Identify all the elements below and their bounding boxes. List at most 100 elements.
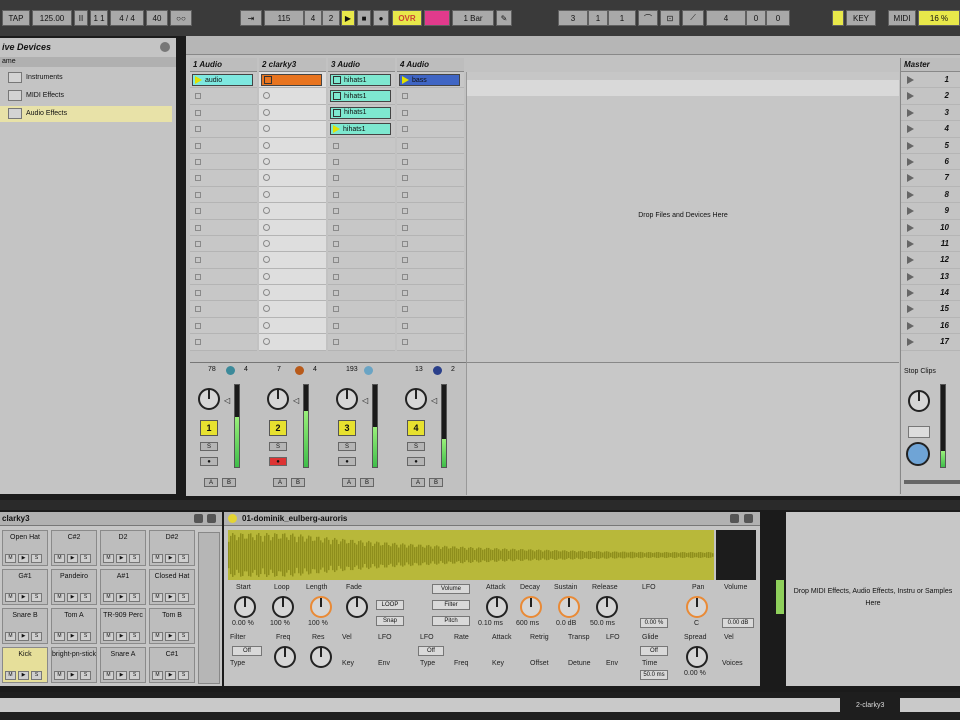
play-button[interactable]: ▶ (165, 671, 176, 680)
stop-slot-icon[interactable] (333, 224, 339, 231)
mute-button[interactable]: M (54, 554, 65, 563)
scene-row[interactable]: 17 (901, 334, 960, 351)
loop-start-beat[interactable]: 1 (588, 10, 608, 26)
drum-pad[interactable]: D2 M ▶ S (100, 530, 146, 566)
crossfade-b-button[interactable]: B (222, 478, 236, 487)
filter-tab[interactable]: Filter (432, 600, 470, 610)
simpler-power-icon[interactable] (228, 514, 237, 523)
crossfade-b-button[interactable]: B (291, 478, 305, 487)
scene-launch-icon[interactable] (907, 141, 914, 150)
browser-item-midi-effects[interactable]: MIDI Effects (0, 88, 172, 104)
scene-row[interactable]: 10 (901, 220, 960, 236)
clip-slot[interactable] (259, 104, 326, 122)
crossfade-b-button[interactable]: B (429, 478, 443, 487)
drum-pad[interactable]: A#1 M ▶ S (100, 569, 146, 605)
clip-stop-icon[interactable] (333, 76, 341, 84)
clip-slot[interactable] (328, 252, 395, 269)
track-activator-button[interactable]: 3 (338, 420, 356, 436)
clip-slot[interactable] (190, 301, 257, 318)
follow-arrow-button[interactable]: ⇥ (240, 10, 262, 26)
record-slot-icon[interactable] (263, 223, 270, 231)
drum-pad[interactable]: Snare A M ▶ S (100, 647, 146, 683)
record-slot-icon[interactable] (263, 92, 270, 100)
scene-launch-icon[interactable] (907, 125, 914, 134)
scene-launch-icon[interactable] (907, 190, 914, 199)
play-button[interactable]: ▶ (67, 554, 78, 563)
scene-row[interactable]: 14 (901, 285, 960, 302)
clip-slot[interactable] (259, 170, 326, 187)
crossfade-a-button[interactable]: A (204, 478, 218, 487)
clip-slot[interactable]: hihats1 (328, 121, 395, 138)
stop-slot-icon[interactable] (402, 322, 408, 329)
scene-launch-icon[interactable] (907, 108, 914, 117)
stop-slot-icon[interactable] (195, 306, 201, 313)
waveform-zoom[interactable] (716, 530, 756, 580)
midi-map-button[interactable]: MIDI (888, 10, 916, 26)
scene-row[interactable]: 9 (901, 203, 960, 220)
play-button[interactable]: ▶ (18, 554, 29, 563)
launch-quantize-select[interactable]: 1 Bar (452, 10, 494, 26)
drum-pad[interactable]: Closed Hat M ▶ S (149, 569, 195, 605)
clip-slot[interactable] (190, 203, 257, 220)
drum-pad[interactable]: Tom A M ▶ S (51, 608, 97, 644)
drum-pad[interactable]: Tom B M ▶ S (149, 608, 195, 644)
clip-stop-icon[interactable] (264, 76, 272, 84)
session-drop-area[interactable]: Drop Files and Devices Here (466, 72, 899, 362)
punch-button[interactable] (424, 10, 450, 26)
scene-launch-icon[interactable] (907, 174, 914, 183)
solo-button[interactable]: S (129, 554, 140, 563)
drum-pad[interactable]: Snare B M ▶ S (2, 608, 48, 644)
record-slot-icon[interactable] (263, 125, 270, 133)
lfo-toggle[interactable]: Off (418, 646, 444, 656)
scene-row[interactable]: 11 (901, 236, 960, 253)
scene-launch-icon[interactable] (907, 76, 914, 84)
mute-button[interactable]: M (5, 593, 16, 602)
clip-slot[interactable] (259, 252, 326, 269)
play-button[interactable]: ▶ (116, 554, 127, 563)
scene-launch-icon[interactable] (907, 338, 914, 347)
stop-slot-icon[interactable] (195, 109, 201, 116)
stop-slot-icon[interactable] (402, 191, 408, 198)
clip-slot[interactable] (328, 203, 395, 220)
clip-slot[interactable] (190, 186, 257, 204)
clip-slot[interactable] (397, 268, 464, 286)
play-button[interactable]: ▶ (165, 593, 176, 602)
mute-button[interactable]: M (5, 671, 16, 680)
record-button[interactable]: ● (373, 10, 389, 26)
arm-button[interactable]: ● (407, 457, 425, 466)
clip-slot[interactable] (259, 268, 326, 286)
clip-slot[interactable] (328, 317, 395, 335)
clip-slot[interactable] (190, 137, 257, 154)
clip-slot[interactable] (259, 88, 326, 105)
stop-slot-icon[interactable] (402, 126, 408, 133)
solo-button[interactable]: S (338, 442, 356, 451)
track-activator-button[interactable]: 4 (407, 420, 425, 436)
clip[interactable]: hihats1 (330, 90, 391, 103)
stop-slot-icon[interactable] (333, 306, 339, 313)
clip-slot[interactable] (397, 170, 464, 187)
solo-button[interactable]: S (80, 632, 91, 641)
pan-knob[interactable] (336, 388, 358, 410)
clip-slot[interactable] (397, 285, 464, 302)
clip-slot[interactable] (190, 153, 257, 171)
drum-pad[interactable]: TR-909 Perc M ▶ S (100, 608, 146, 644)
clip-slot[interactable] (397, 137, 464, 154)
crossfade-b-button[interactable]: B (360, 478, 374, 487)
clip[interactable]: hihats1 (330, 74, 391, 86)
record-slot-icon[interactable] (263, 190, 270, 198)
solo-button[interactable]: S (129, 671, 140, 680)
clip-slot[interactable] (397, 301, 464, 318)
length-knob[interactable] (310, 596, 332, 618)
drum-pad[interactable]: Pandeiro M ▶ S (51, 569, 97, 605)
stop-button[interactable]: ■ (357, 10, 371, 26)
solo-button[interactable]: S (200, 442, 218, 451)
stop-slot-icon[interactable] (195, 339, 201, 346)
clip-stop-icon[interactable] (333, 108, 341, 117)
play-button[interactable]: ▶ (341, 10, 355, 26)
solo-button[interactable]: S (178, 554, 189, 563)
clip[interactable]: hihats1 (330, 123, 391, 136)
record-slot-icon[interactable] (263, 305, 270, 313)
master-cue-field[interactable] (908, 426, 930, 438)
track-activator-button[interactable]: 1 (200, 420, 218, 436)
stop-slot-icon[interactable] (402, 208, 408, 215)
